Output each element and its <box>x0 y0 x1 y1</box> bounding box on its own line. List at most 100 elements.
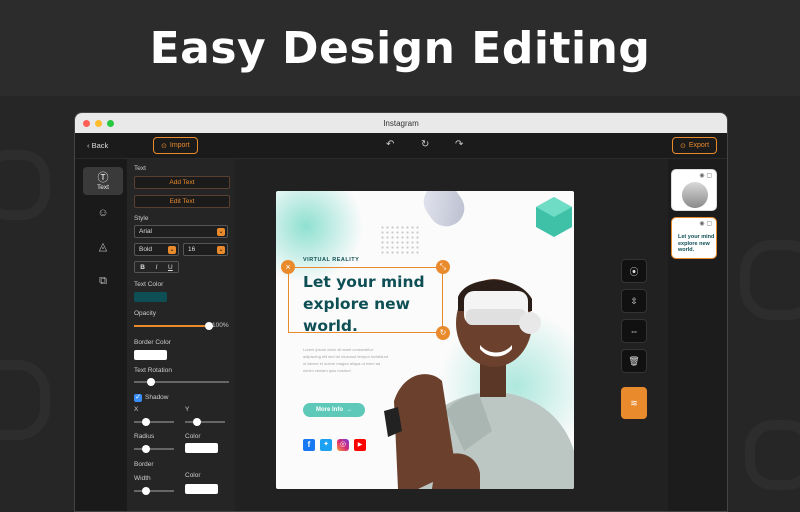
social-icons: f ✦ ◎ ▶ <box>303 439 366 451</box>
text-icon: Ⓣ <box>97 171 109 184</box>
redo-icon[interactable]: ↷ <box>455 139 463 150</box>
refresh-icon[interactable]: ↻ <box>421 139 429 150</box>
facebook-icon[interactable]: f <box>303 439 315 451</box>
export-label: Export <box>688 142 710 149</box>
shadow-x-label: X <box>134 406 139 413</box>
shadow-x-slider[interactable] <box>134 418 174 426</box>
format-buttons: B I U <box>134 261 179 273</box>
fingerprint-tool-button[interactable]: ⦿ <box>621 259 647 283</box>
more-info-button[interactable]: More Info → <box>303 403 365 417</box>
dot-grid <box>380 225 420 255</box>
visibility-lock-icons[interactable]: ◉ ▢ <box>699 172 712 179</box>
teal-cube-shape <box>536 197 572 237</box>
shadow-x-knob[interactable] <box>142 418 150 426</box>
window-titlebar: Instagram <box>75 113 727 133</box>
post-body: Lorem ipsum dolor sit amet consectetur a… <box>303 347 388 373</box>
chevron-down-icon: ⌄ <box>217 228 225 236</box>
grey-cylinder-shape <box>416 191 472 234</box>
arrow-right-icon: → <box>346 407 352 413</box>
border-color-swatch[interactable] <box>134 350 167 360</box>
flip-horizontal-icon: ⇔ <box>629 326 639 336</box>
vr-person-photo <box>384 279 574 489</box>
undo-icon[interactable]: ↶ <box>386 139 394 150</box>
design-canvas[interactable]: VIRTUAL REALITY × ⤡ ↻ Let your mind expl… <box>235 159 668 511</box>
flip-horizontal-button[interactable]: ⇔ <box>621 319 647 343</box>
thumbnail-line-1: Let your mind <box>678 234 715 240</box>
shadow-label: Shadow <box>145 394 169 401</box>
import-icon: ⊙ <box>161 142 167 150</box>
export-button[interactable]: ⊙ Export <box>672 137 718 154</box>
copy-icon: ⧉ <box>99 275 107 287</box>
radius-label: Radius <box>134 433 155 440</box>
rotation-label: Text Rotation <box>134 367 172 374</box>
radius-knob[interactable] <box>142 445 150 453</box>
more-info-label: More Info <box>316 407 343 413</box>
twitter-icon[interactable]: ✦ <box>320 439 332 451</box>
radius-slider[interactable] <box>134 445 174 453</box>
shadow-y-slider[interactable] <box>185 418 225 426</box>
font-select[interactable]: Arial ⌄ <box>134 225 228 238</box>
font-value: Arial <box>139 228 153 235</box>
sidebar-item-shapes[interactable]: ◬ <box>83 233 123 261</box>
italic-button[interactable]: I <box>156 264 158 271</box>
hero-banner: Easy Design Editing <box>0 0 800 96</box>
border-color-swatch-2[interactable] <box>185 484 218 494</box>
delete-handle-icon[interactable]: × <box>281 260 295 274</box>
chevron-down-icon: ⌄ <box>217 246 225 254</box>
text-section-label: Text <box>134 165 146 172</box>
opacity-value: 100% <box>212 322 229 329</box>
visibility-lock-icons[interactable]: ◉ ▢ <box>699 220 712 227</box>
border-color-label: Border Color <box>134 339 171 346</box>
flip-vertical-button[interactable]: ⇳ <box>621 289 647 313</box>
sidebar-item-text[interactable]: Ⓣ Text <box>83 167 123 195</box>
sidebar-item-copy[interactable]: ⧉ <box>83 267 123 295</box>
background-decoration <box>0 150 50 220</box>
properties-panel: Text Add Text Edit Text Style Arial ⌄ Bol… <box>127 159 235 511</box>
shadow-color-label: Color <box>185 433 201 440</box>
opacity-fill <box>134 325 209 327</box>
shadow-color-swatch[interactable] <box>185 443 218 453</box>
shapes-icon: ◬ <box>98 241 108 253</box>
rotation-knob[interactable] <box>147 378 156 386</box>
page-thumbnail-1[interactable]: ◉ ▢ <box>671 169 717 211</box>
thumbnail-line-3: world. <box>678 247 695 253</box>
font-size-select[interactable]: 16 ⌄ <box>183 243 228 256</box>
tool-sidebar: Ⓣ Text ☺ ◬ ⧉ <box>75 159 127 511</box>
flip-vertical-icon: ⇳ <box>630 295 638 306</box>
thumbnail-text: Let your mind explore new world. <box>678 234 714 254</box>
youtube-icon[interactable]: ▶ <box>354 439 366 451</box>
export-icon: ⊙ <box>680 142 686 150</box>
page-thumbnail-2[interactable]: ◉ ▢ Let your mind explore new world. <box>671 217 717 259</box>
import-button[interactable]: ⊙ Import <box>153 137 198 154</box>
layers-button[interactable]: ≋ <box>621 387 647 419</box>
back-button[interactable]: ‹ Back <box>87 141 108 150</box>
bold-button[interactable]: B <box>140 264 145 271</box>
sticker-icon: ☺ <box>97 207 109 219</box>
sidebar-item-sticker[interactable]: ☺ <box>83 199 123 227</box>
border-width-slider[interactable] <box>134 487 174 495</box>
border-width-knob[interactable] <box>142 487 150 495</box>
underline-button[interactable]: U <box>168 264 173 271</box>
instagram-icon[interactable]: ◎ <box>337 439 349 451</box>
app-window: Instagram ‹ Back ⊙ Import ↶ ↻ ↷ ⊙ Export Ⓣ… <box>74 112 728 512</box>
shadow-y-label: Y <box>185 406 190 413</box>
opacity-slider[interactable] <box>134 322 213 330</box>
border-width-label: Width <box>134 475 151 482</box>
thumbnail-photo <box>682 182 708 208</box>
edit-text-button[interactable]: Edit Text <box>134 195 230 208</box>
shadow-y-knob[interactable] <box>193 418 201 426</box>
opacity-label: Opacity <box>134 310 157 317</box>
style-section-label: Style <box>134 215 149 222</box>
text-color-swatch[interactable] <box>134 292 167 302</box>
rotation-slider[interactable] <box>134 378 229 386</box>
weight-select[interactable]: Bold ⌄ <box>134 243 179 256</box>
instagram-post[interactable]: VIRTUAL REALITY × ⤡ ↻ Let your mind expl… <box>276 191 574 489</box>
add-text-button[interactable]: Add Text <box>134 176 230 189</box>
shadow-checkbox[interactable]: ✓ <box>134 394 142 402</box>
background-decoration <box>740 240 800 320</box>
hero-title: Easy Design Editing <box>149 22 651 74</box>
sidebar-item-label: Text <box>97 183 109 191</box>
import-label: Import <box>169 142 190 149</box>
delete-button[interactable]: 🗑 <box>621 349 647 373</box>
top-toolbar: ‹ Back ⊙ Import ↶ ↻ ↷ ⊙ Export <box>75 133 727 159</box>
